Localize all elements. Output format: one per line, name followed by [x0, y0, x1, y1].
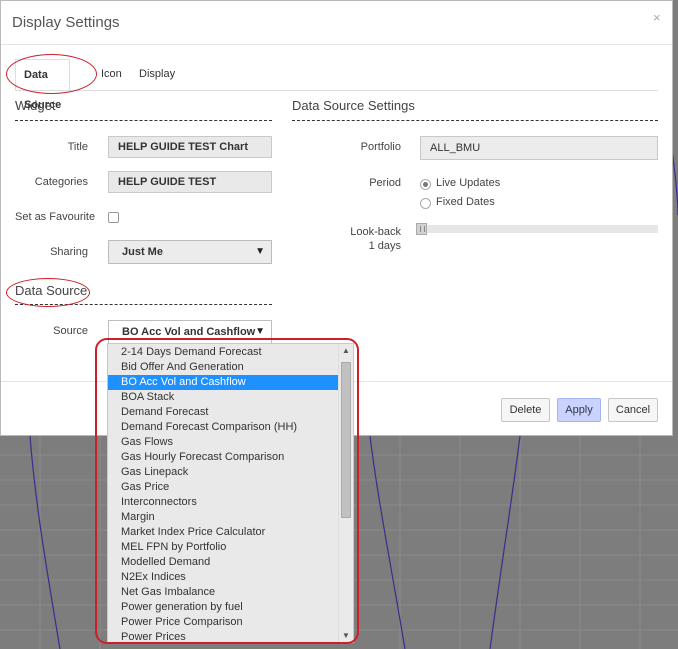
dropdown-option[interactable]: Bid Offer And Generation [108, 360, 353, 375]
dropdown-option[interactable]: Power Price Comparison [108, 615, 353, 630]
dropdown-option[interactable]: Net Gas Imbalance [108, 585, 353, 600]
dropdown-option[interactable]: BOA Stack [108, 390, 353, 405]
lookback-slider-handle[interactable] [416, 223, 427, 235]
tabs-divider [15, 90, 658, 91]
chevron-down-icon: ▼ [255, 246, 265, 257]
widget-section-title: Widget [15, 98, 56, 113]
lookback-label: Look-back [350, 226, 401, 238]
source-select[interactable]: BO Acc Vol and Cashflow ▼ [108, 320, 272, 344]
dropdown-option[interactable]: Margin [108, 510, 353, 525]
title-label: Title [67, 141, 88, 153]
dropdown-option[interactable]: Interconnectors [108, 495, 353, 510]
lookback-value: 1 days [368, 240, 401, 252]
tab-display[interactable]: Display [139, 59, 175, 89]
dropdown-option[interactable]: Gas Hourly Forecast Comparison [108, 450, 353, 465]
dropdown-option[interactable]: Demand Forecast [108, 405, 353, 420]
title-divider [1, 44, 672, 45]
source-label: Source [53, 325, 88, 337]
dropdown-option[interactable]: Demand Forecast Comparison (HH) [108, 420, 353, 435]
dropdown-option[interactable]: Power Prices [108, 630, 353, 642]
dropdown-option[interactable]: Gas Price [108, 480, 353, 495]
source-dropdown-list[interactable]: 2-14 Days Demand Forecast Bid Offer And G… [107, 343, 354, 643]
dropdown-option[interactable]: MEL FPN by Portfolio [108, 540, 353, 555]
dropdown-option[interactable]: 2-14 Days Demand Forecast [108, 345, 353, 360]
source-value: BO Acc Vol and Cashflow [122, 326, 256, 338]
live-updates-label: Live Updates [436, 177, 501, 189]
scroll-up-icon[interactable]: ▲ [342, 346, 350, 355]
favourite-checkbox[interactable] [108, 212, 119, 223]
data-source-section-title: Data Source [15, 283, 88, 298]
apply-button[interactable]: Apply [557, 398, 601, 422]
favourite-label: Set as Favourite [15, 211, 96, 223]
scroll-thumb[interactable] [341, 362, 351, 518]
tab-data-source[interactable]: Data Source [15, 59, 71, 111]
dropdown-option[interactable]: Market Index Price Calculator [108, 525, 353, 540]
sharing-select[interactable]: Just Me ▼ [108, 240, 272, 264]
chevron-down-icon: ▼ [255, 326, 265, 337]
dropdown-option[interactable]: Power generation by fuel [108, 600, 353, 615]
tab-icon[interactable]: Icon [101, 59, 122, 89]
categories-field[interactable]: HELP GUIDE TEST [108, 171, 272, 193]
scroll-down-icon[interactable]: ▼ [342, 631, 350, 640]
fixed-dates-radio[interactable] [420, 198, 431, 209]
dropdown-option[interactable]: Modelled Demand [108, 555, 353, 570]
live-updates-radio[interactable] [420, 179, 431, 190]
period-label: Period [369, 177, 401, 189]
widget-divider [15, 120, 272, 121]
dialog-title: Display Settings [12, 14, 120, 31]
portfolio-field[interactable]: ALL_BMU [420, 136, 658, 160]
settings-section-title: Data Source Settings [292, 98, 415, 113]
title-field[interactable]: HELP GUIDE TEST Chart [108, 136, 272, 158]
lookback-slider-track[interactable] [416, 225, 658, 233]
dropdown-option[interactable]: Gas Flows [108, 435, 353, 450]
data-source-divider [15, 304, 272, 305]
dropdown-option[interactable]: N2Ex Indices [108, 570, 353, 585]
fixed-dates-label: Fixed Dates [436, 196, 495, 208]
option-list: 2-14 Days Demand Forecast Bid Offer And G… [108, 344, 353, 642]
dropdown-option[interactable]: Gas Linepack [108, 465, 353, 480]
settings-divider [292, 120, 658, 121]
dropdown-option[interactable]: BO Acc Vol and Cashflow [108, 375, 353, 390]
portfolio-label: Portfolio [360, 141, 401, 153]
cancel-button[interactable]: Cancel [608, 398, 658, 422]
delete-button[interactable]: Delete [501, 398, 550, 422]
sharing-label: Sharing [50, 246, 88, 258]
dropdown-scrollbar[interactable]: ▲ ▼ [338, 344, 353, 642]
close-icon[interactable]: × [653, 10, 661, 25]
categories-label: Categories [34, 176, 88, 188]
sharing-value: Just Me [122, 246, 163, 258]
